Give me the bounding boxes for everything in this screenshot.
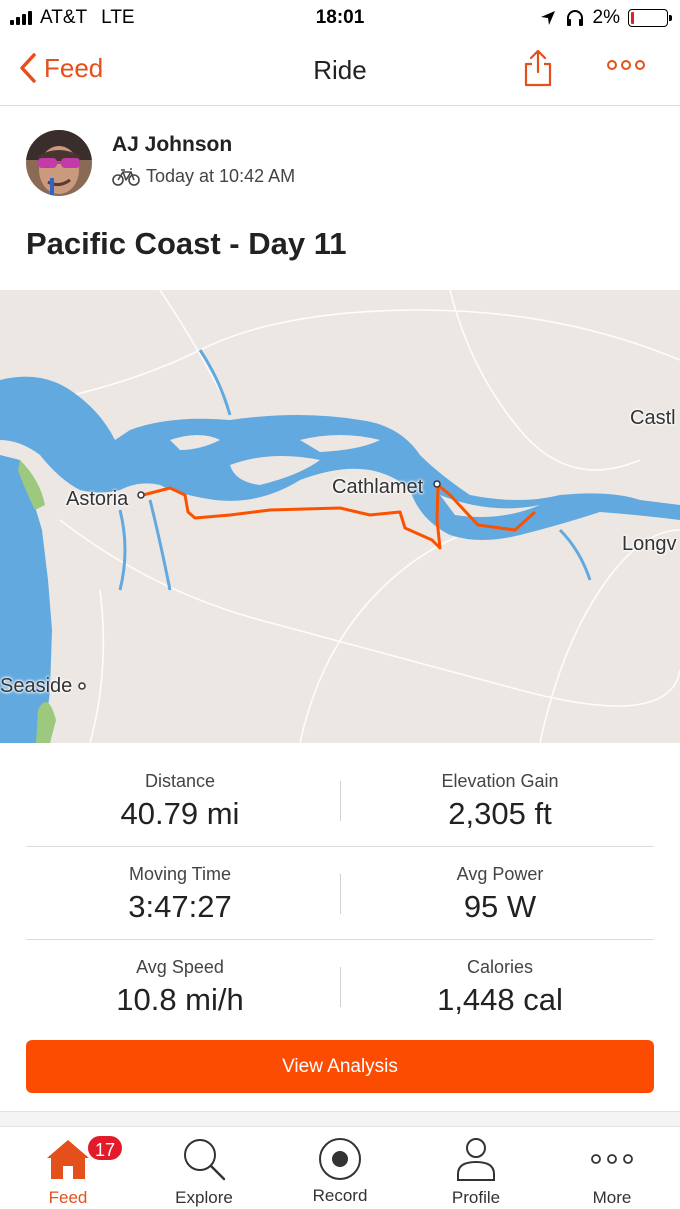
- tab-icon-wrap: [272, 1136, 408, 1182]
- tab-record[interactable]: Record: [272, 1128, 408, 1209]
- tab-explore[interactable]: Explore: [136, 1128, 272, 1209]
- stat-value: 95 W: [463, 889, 537, 924]
- row-divider: [26, 939, 654, 940]
- route-map[interactable]: Astoria Cathlamet Castl Longv Seaside: [0, 290, 680, 743]
- more-button[interactable]: [606, 58, 646, 77]
- stat-label: Elevation Gain: [441, 771, 559, 791]
- location-arrow-icon: [540, 11, 555, 25]
- stat-calories: Calories 1,448 cal: [350, 957, 650, 1018]
- bike-icon: [112, 167, 140, 186]
- map-canvas: [0, 290, 680, 743]
- avatar[interactable]: [26, 130, 92, 196]
- stat-label: Calories: [466, 957, 534, 977]
- tab-feed[interactable]: 17 Feed: [0, 1128, 136, 1209]
- athlete-name[interactable]: AJ Johnson: [112, 133, 232, 157]
- battery-icon: [628, 9, 672, 27]
- stat-value: 3:47:27: [128, 889, 232, 924]
- person-icon: [457, 1138, 495, 1181]
- record-icon: [319, 1138, 361, 1180]
- status-right: 2%: [539, 7, 672, 29]
- tab-bar: 17 Feed Explore Record Profile More: [0, 1128, 680, 1209]
- stat-value: 40.79 mi: [120, 796, 240, 831]
- activity-title: Pacific Coast - Day 11: [26, 226, 347, 261]
- nav-bar: Feed Ride: [0, 36, 680, 106]
- home-icon: [47, 1140, 89, 1179]
- map-label-astoria: Astoria: [66, 488, 129, 510]
- activity-timestamp: Today at 10:42 AM: [146, 166, 296, 186]
- tab-label: Profile: [451, 1188, 501, 1207]
- status-bar: AT&T LTE 18:01 2%: [0, 0, 680, 36]
- map-label-castle: Castl: [630, 407, 676, 429]
- page-title: Ride: [313, 55, 367, 85]
- tab-label: More: [592, 1188, 632, 1207]
- view-analysis-button[interactable]: View Analysis: [26, 1040, 654, 1093]
- stat-divider: [340, 967, 341, 1007]
- stat-label: Avg Power: [456, 864, 544, 884]
- more-icon: [607, 60, 645, 70]
- activity-meta: Today at 10:42 AM: [112, 166, 295, 187]
- avatar-image: [26, 130, 92, 196]
- map-label-seaside: Seaside: [0, 675, 73, 697]
- stat-distance: Distance 40.79 mi: [30, 771, 330, 832]
- tab-label: Feed: [48, 1188, 88, 1207]
- tab-label: Record: [312, 1186, 368, 1205]
- notification-badge: 17: [86, 1134, 124, 1162]
- search-icon: [184, 1139, 226, 1181]
- tab-icon-wrap: [544, 1136, 680, 1182]
- stat-value: 10.8 mi/h: [116, 982, 244, 1017]
- tab-more[interactable]: More: [544, 1128, 680, 1209]
- map-label-longview: Longv: [622, 533, 677, 555]
- stat-divider: [340, 781, 341, 821]
- section-separator: [0, 1111, 680, 1127]
- battery-fill: [631, 12, 634, 24]
- stat-label: Distance: [144, 771, 216, 791]
- tab-icon-wrap: [408, 1136, 544, 1182]
- stat-label: Avg Speed: [136, 957, 224, 977]
- share-icon: [524, 49, 552, 87]
- stat-label: Moving Time: [128, 864, 232, 884]
- share-button[interactable]: [522, 48, 554, 93]
- stat-moving-time: Moving Time 3:47:27: [30, 864, 330, 925]
- tab-profile[interactable]: Profile: [408, 1128, 544, 1209]
- row-divider: [26, 846, 654, 847]
- stat-avg-speed: Avg Speed 10.8 mi/h: [30, 957, 330, 1018]
- more-icon: [591, 1154, 633, 1164]
- stat-value: 2,305 ft: [448, 796, 552, 831]
- battery-percent: 2%: [592, 7, 620, 28]
- stat-divider: [340, 874, 341, 914]
- stat-value: 1,448 cal: [437, 982, 563, 1017]
- stat-avg-power: Avg Power 95 W: [350, 864, 650, 925]
- tab-icon-wrap: [136, 1136, 272, 1182]
- tab-label: Explore: [175, 1188, 233, 1207]
- headphones-icon: [566, 10, 583, 26]
- map-label-cathlamet: Cathlamet: [332, 476, 424, 498]
- stat-elevation: Elevation Gain 2,305 ft: [350, 771, 650, 832]
